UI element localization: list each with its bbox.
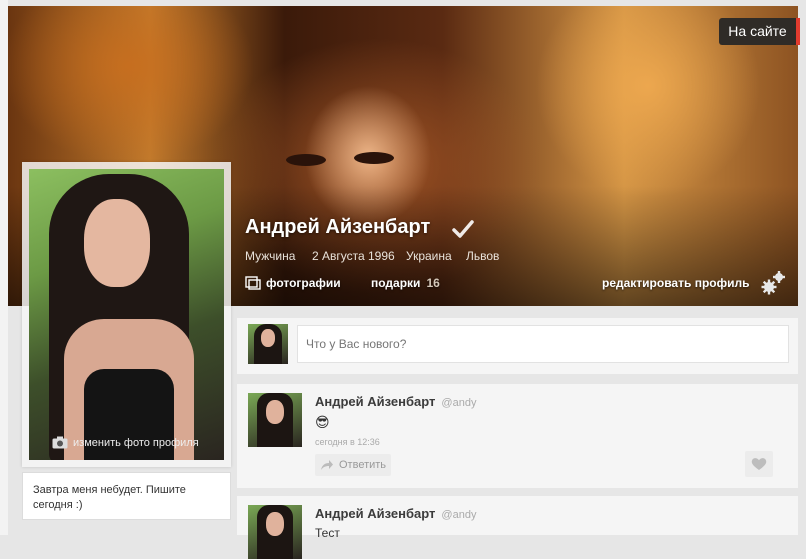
cover-decoration	[354, 152, 394, 164]
gifts-count: 16	[426, 276, 440, 290]
post-handle: @andy	[441, 509, 477, 521]
post-author-name: Андрей Айзенбарт	[315, 506, 436, 521]
gear-icon[interactable]	[760, 268, 788, 296]
profile-city: Львов	[466, 249, 500, 263]
status-message: Завтра меня небудет. Пишите сегодня :)	[22, 472, 231, 520]
camera-icon	[52, 436, 68, 449]
profile-country: Украина	[406, 249, 452, 263]
reply-label: Ответить	[339, 459, 387, 471]
like-button[interactable]	[745, 451, 773, 477]
change-photo-label: изменить фото профиля	[73, 437, 199, 449]
post-avatar[interactable]	[248, 505, 302, 559]
heart-icon	[751, 458, 767, 470]
verified-check-icon	[452, 220, 474, 238]
photos-icon	[245, 276, 261, 290]
post-text: Тест	[315, 526, 340, 540]
compose-avatar	[248, 324, 288, 364]
avatar-art	[84, 199, 150, 287]
post-text: 😎	[315, 414, 330, 430]
nav-photos-link[interactable]: фотографии	[266, 276, 341, 290]
profile-avatar[interactable]	[29, 169, 224, 460]
post-author[interactable]: Андрей Айзенбарт @andy	[315, 506, 476, 521]
post-avatar[interactable]	[248, 393, 302, 447]
online-status-badge: На сайте	[719, 18, 796, 45]
post-timestamp: сегодня в 12:36	[315, 437, 380, 447]
profile-name: Андрей Айзенбарт	[245, 216, 431, 238]
share-arrow-icon	[321, 460, 333, 470]
edit-profile-link[interactable]: редактировать профиль	[602, 276, 749, 290]
post-handle: @andy	[441, 397, 477, 409]
profile-birthday: 2 Августа 1996	[312, 249, 395, 263]
post-author[interactable]: Андрей Айзенбарт @andy	[315, 394, 476, 409]
profile-gender: Мужчина	[245, 249, 296, 263]
status-accent-bar	[796, 18, 800, 45]
nav-gifts-label: подарки	[371, 276, 421, 290]
reply-button[interactable]: Ответить	[315, 454, 391, 476]
profile-page: На сайте Андрей Айзенбарт Мужчина 2 Авгу…	[0, 0, 806, 559]
page-edge	[0, 0, 8, 535]
cover-decoration	[286, 154, 326, 166]
compose-input[interactable]	[297, 325, 789, 363]
post-author-name: Андрей Айзенбарт	[315, 394, 436, 409]
nav-gifts-link[interactable]: подарки 16	[371, 276, 440, 290]
